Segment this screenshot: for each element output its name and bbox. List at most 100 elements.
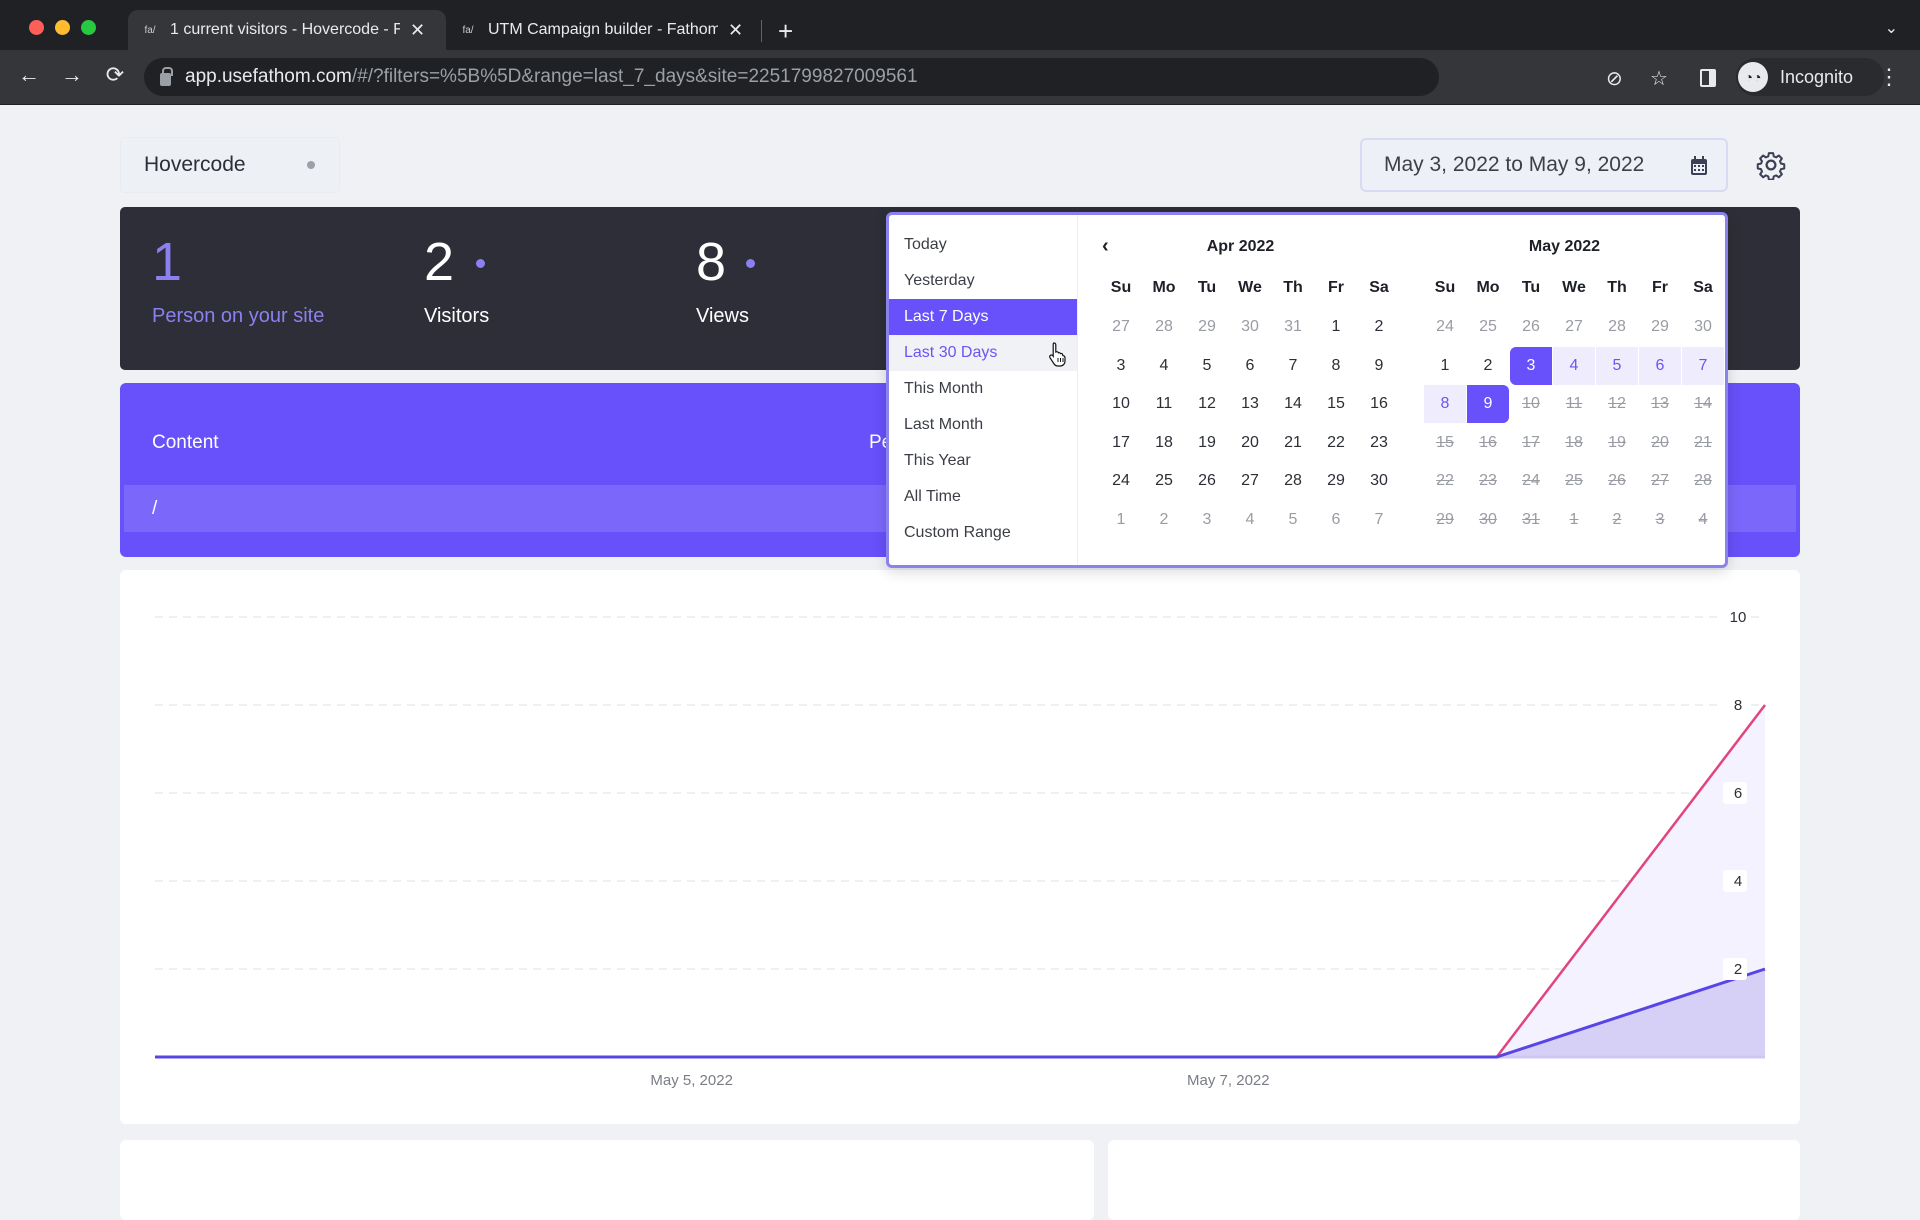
site-selector[interactable]: Hovercode xyxy=(121,138,339,192)
referrers-card xyxy=(1108,1140,1800,1220)
calendar-day[interactable]: 25 xyxy=(1467,308,1509,346)
calendar-day[interactable]: 24 xyxy=(1424,308,1466,346)
calendar-day[interactable]: 29 xyxy=(1639,308,1681,346)
calendar-day[interactable]: 7 xyxy=(1682,346,1724,385)
preset-last-month[interactable]: Last Month xyxy=(889,407,1077,443)
calendar-icon xyxy=(1691,156,1707,175)
eye-off-icon[interactable]: ⊘ xyxy=(1606,66,1623,91)
window-close-button[interactable] xyxy=(29,20,44,35)
calendar-day[interactable]: 28 xyxy=(1272,462,1314,500)
calendar-day[interactable]: 15 xyxy=(1315,385,1357,423)
star-icon[interactable]: ☆ xyxy=(1650,66,1668,91)
profile-label: Incognito xyxy=(1780,66,1854,87)
calendar-day[interactable]: 1 xyxy=(1315,308,1357,346)
visitors-views-chart: 2 4 6 8 10 May 5, 2022 May 7, 2022 xyxy=(155,606,1766,1089)
calendar-day[interactable]: 6 xyxy=(1229,347,1271,385)
calendar-day[interactable]: 17 xyxy=(1100,424,1142,462)
incognito-profile-button[interactable]: ◔◔ Incognito xyxy=(1736,58,1884,96)
calendar-day[interactable]: 12 xyxy=(1186,385,1228,423)
browser-tab-active[interactable]: fa/ 1 current visitors - Hovercode - Fat… xyxy=(128,10,446,50)
calendar-day: 15 xyxy=(1436,433,1454,451)
stat-views[interactable]: 8 Views xyxy=(696,235,755,328)
calendar-day[interactable]: 21 xyxy=(1272,424,1314,462)
calendar-day[interactable]: 10 xyxy=(1100,385,1142,423)
calendar-day[interactable]: 7 xyxy=(1272,347,1314,385)
preset-yesterday[interactable]: Yesterday xyxy=(889,263,1077,299)
calendar-day: 4 xyxy=(1698,510,1708,528)
date-range-button[interactable]: May 3, 2022 to May 9, 2022 xyxy=(1360,138,1728,192)
address-bar[interactable]: app.usefathom.com/#/?filters=%5B%5D&rang… xyxy=(144,58,1668,96)
fathom-icon: fa/ xyxy=(462,24,474,36)
close-tab-icon[interactable]: ✕ xyxy=(728,20,743,41)
calendar-day[interactable]: 30 xyxy=(1358,462,1400,500)
calendar-day[interactable]: 18 xyxy=(1143,424,1185,462)
calendar-day[interactable]: 3 xyxy=(1510,346,1552,385)
reload-button[interactable]: ⟳ xyxy=(100,62,130,88)
calendar-day[interactable]: 5 xyxy=(1596,346,1638,385)
tab-search-chevron-icon[interactable]: ⌄ xyxy=(1885,18,1898,38)
window-zoom-button[interactable] xyxy=(81,20,96,35)
calendar-day[interactable]: 8 xyxy=(1424,385,1466,423)
calendar-day[interactable]: 30 xyxy=(1229,308,1271,346)
calendar-day[interactable]: 11 xyxy=(1143,385,1185,423)
calendar-day[interactable]: 22 xyxy=(1315,424,1357,462)
new-tab-button[interactable]: + xyxy=(778,16,793,47)
calendar-day[interactable]: 8 xyxy=(1315,347,1357,385)
calendar-day[interactable]: 20 xyxy=(1229,424,1271,462)
calendar-day[interactable]: 9 xyxy=(1358,347,1400,385)
calendar-day[interactable]: 28 xyxy=(1596,308,1638,346)
calendar-day[interactable]: 6 xyxy=(1639,346,1681,385)
calendar-day[interactable]: 13 xyxy=(1229,385,1271,423)
calendar-day[interactable]: 9 xyxy=(1467,385,1509,423)
calendar-day[interactable]: 26 xyxy=(1510,308,1552,346)
calendar-day[interactable]: 5 xyxy=(1186,347,1228,385)
calendar-day[interactable]: 3 xyxy=(1186,501,1228,539)
calendar-day[interactable]: 30 xyxy=(1682,308,1724,346)
calendar-day[interactable]: 4 xyxy=(1143,347,1185,385)
calendar-day[interactable]: 1 xyxy=(1424,347,1466,385)
side-panel-icon[interactable] xyxy=(1700,69,1716,87)
calendar-day: 17 xyxy=(1522,433,1540,451)
calendar-day[interactable]: 23 xyxy=(1358,424,1400,462)
calendar-day[interactable]: 16 xyxy=(1358,385,1400,423)
calendar-day[interactable]: 24 xyxy=(1100,462,1142,500)
calendar-day[interactable]: 31 xyxy=(1272,308,1314,346)
calendar-day[interactable]: 27 xyxy=(1553,308,1595,346)
calendar-day[interactable]: 5 xyxy=(1272,501,1314,539)
calendar-day[interactable]: 26 xyxy=(1186,462,1228,500)
calendar-day[interactable]: 25 xyxy=(1143,462,1185,500)
calendar-day[interactable]: 6 xyxy=(1315,501,1357,539)
preset-all-time[interactable]: All Time xyxy=(889,479,1077,515)
browser-menu-icon[interactable]: ⋮ xyxy=(1878,64,1900,90)
views-legend-dot xyxy=(746,259,755,268)
stat-label: Visitors xyxy=(424,305,490,327)
calendar-day[interactable]: 3 xyxy=(1100,347,1142,385)
preset-this-year[interactable]: This Year xyxy=(889,443,1077,479)
calendar-day[interactable]: 2 xyxy=(1467,347,1509,385)
preset-custom-range[interactable]: Custom Range xyxy=(889,515,1077,551)
forward-button[interactable]: → xyxy=(57,62,87,88)
calendar-day[interactable]: 4 xyxy=(1229,501,1271,539)
calendar-day[interactable]: 4 xyxy=(1553,346,1595,385)
back-button[interactable]: ← xyxy=(14,62,44,88)
calendar-day[interactable]: 27 xyxy=(1100,308,1142,346)
calendar-day[interactable]: 29 xyxy=(1315,462,1357,500)
window-minimize-button[interactable] xyxy=(55,20,70,35)
stat-visitors[interactable]: 2 Visitors xyxy=(424,235,489,328)
browser-tab[interactable]: fa/ UTM Campaign builder - Fathom ✕ xyxy=(446,10,760,50)
calendar-day[interactable]: 27 xyxy=(1229,462,1271,500)
close-tab-icon[interactable]: ✕ xyxy=(410,20,425,41)
calendar-day[interactable]: 19 xyxy=(1186,424,1228,462)
calendar-day[interactable]: 29 xyxy=(1186,308,1228,346)
preset-last-7-days[interactable]: Last 7 Days xyxy=(889,299,1077,335)
calendar-day[interactable]: 14 xyxy=(1272,385,1314,423)
preset-this-month[interactable]: This Month xyxy=(889,371,1077,407)
calendar-day[interactable]: 2 xyxy=(1358,308,1400,346)
preset-today[interactable]: Today xyxy=(889,227,1077,263)
calendar-day[interactable]: 2 xyxy=(1143,501,1185,539)
calendar-day[interactable]: 28 xyxy=(1143,308,1185,346)
calendar-day: 26 xyxy=(1608,472,1626,489)
settings-gear-icon[interactable] xyxy=(1756,150,1786,180)
calendar-day[interactable]: 7 xyxy=(1358,501,1400,539)
calendar-day[interactable]: 1 xyxy=(1100,501,1142,539)
